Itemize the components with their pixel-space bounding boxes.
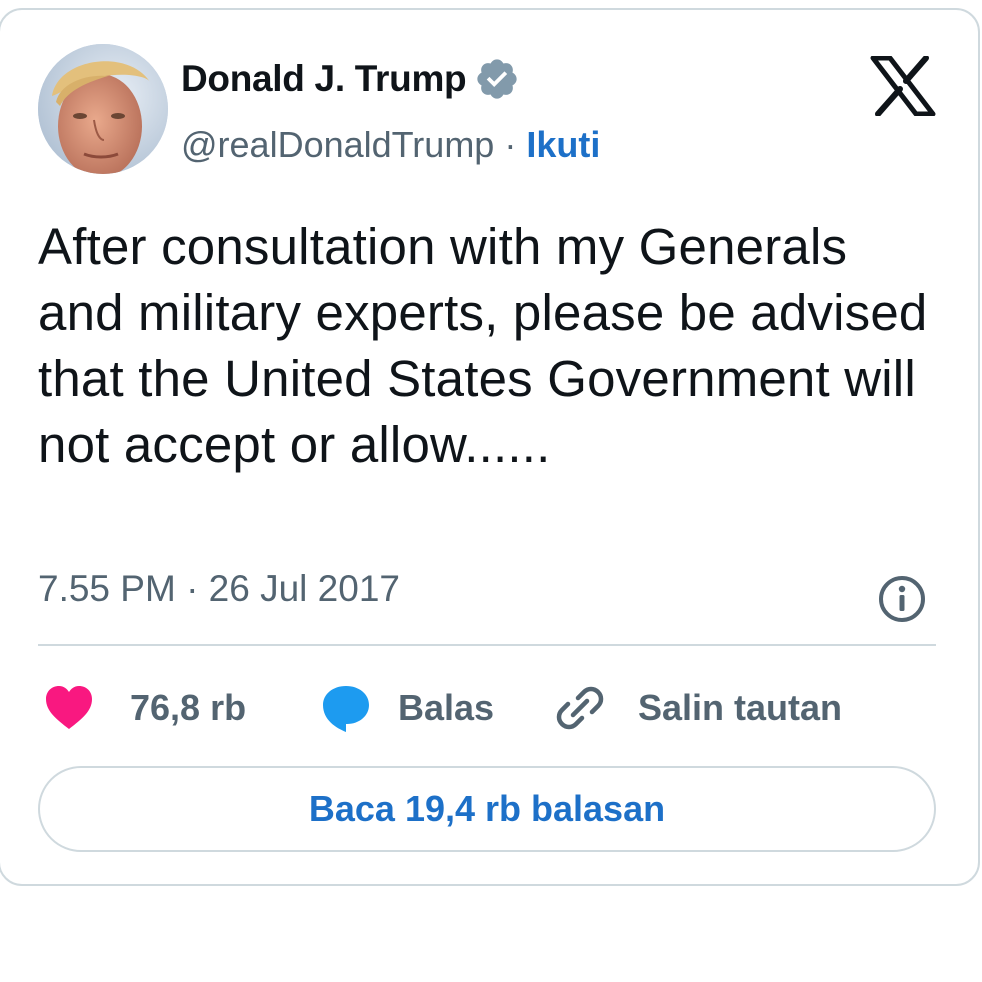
avatar-image (38, 44, 168, 174)
verified-badge-icon (477, 59, 518, 99)
reply-button[interactable]: Balas (320, 678, 494, 738)
copy-link-button[interactable]: Salin tautan (556, 678, 842, 738)
link-icon (556, 686, 604, 730)
tweet-text: After consultation with my Generals and … (38, 218, 928, 473)
follow-link[interactable]: Ikuti (526, 124, 600, 166)
author-handle-row: @realDonaldTrump · Ikuti (181, 124, 600, 166)
x-logo-icon[interactable] (870, 56, 936, 116)
heart-icon (46, 686, 92, 729)
tweet-actions: 76,8 rb Balas Salin tautan (38, 678, 936, 738)
author-name-row: Donald J. Trump (181, 56, 520, 102)
handle-separator: · (504, 124, 517, 165)
read-replies-button[interactable]: Baca 19,4 rb balasan (38, 766, 936, 852)
like-button[interactable]: 76,8 rb (44, 678, 246, 738)
like-count: 76,8 rb (130, 687, 247, 728)
tweet-embed-card: Donald J. Trump @realDonaldTrump · Ikuti… (0, 8, 980, 886)
author-handle[interactable]: @realDonaldTrump (181, 124, 494, 166)
author-display-name[interactable]: Donald J. Trump (181, 58, 467, 100)
reply-label: Balas (398, 687, 495, 728)
divider (38, 644, 936, 646)
avatar[interactable] (38, 44, 168, 174)
read-replies-label: Baca 19,4 rb balasan (308, 788, 666, 829)
speech-bubble-icon (323, 686, 369, 732)
copy-link-label: Salin tautan (638, 687, 843, 728)
info-icon[interactable] (876, 573, 928, 625)
tweet-timestamp[interactable]: 7.55 PM · 26 Jul 2017 (38, 568, 400, 610)
